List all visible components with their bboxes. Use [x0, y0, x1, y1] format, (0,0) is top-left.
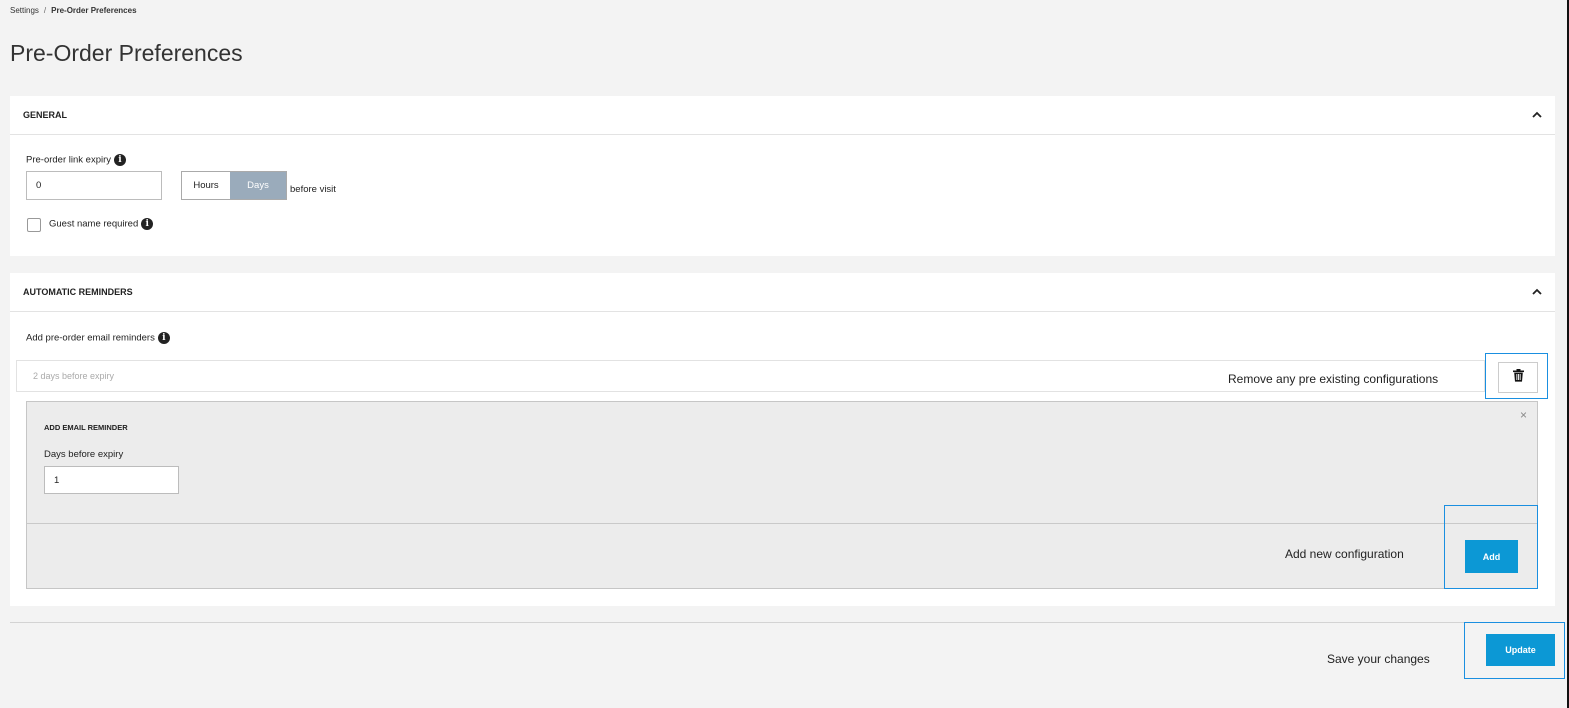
info-icon[interactable]: i	[141, 218, 154, 230]
breadcrumb: Settings / Pre-Order Preferences	[10, 6, 137, 15]
add-hint: Add new configuration	[1285, 547, 1404, 561]
link-expiry-label-text: Pre-order link expiry	[26, 154, 111, 166]
breadcrumb-settings-link[interactable]: Settings	[10, 6, 39, 15]
remove-hint: Remove any pre existing configurations	[1228, 372, 1439, 386]
expiry-suffix: before visit	[290, 184, 336, 195]
form-divider	[27, 523, 1537, 524]
reminders-panel-title: AUTOMATIC REMINDERS	[23, 287, 133, 297]
unit-option-days[interactable]: Days	[230, 172, 286, 199]
reminders-panel-header[interactable]: AUTOMATIC REMINDERS	[10, 273, 1555, 312]
save-hint: Save your changes	[1327, 652, 1430, 666]
info-icon[interactable]: i	[114, 154, 126, 166]
reminders-label-text: Add pre-order email reminders	[26, 332, 155, 344]
guest-name-label: Guest name required i	[49, 218, 154, 230]
unit-option-hours[interactable]: Hours	[182, 172, 230, 199]
breadcrumb-current: Pre-Order Preferences	[51, 6, 137, 15]
days-before-expiry-label: Days before expiry	[44, 449, 124, 460]
guest-name-label-text: Guest name required	[49, 218, 139, 230]
days-before-expiry-input[interactable]	[44, 466, 179, 494]
footer-divider	[10, 622, 1555, 623]
expiry-unit-toggle: Hours Days	[181, 171, 287, 200]
close-icon[interactable]: ×	[1520, 408, 1527, 422]
add-reminder-title: ADD EMAIL REMINDER	[44, 423, 128, 432]
guest-name-checkbox[interactable]	[27, 218, 41, 232]
reminders-label: Add pre-order email reminders i	[26, 332, 170, 344]
chevron-up-icon[interactable]	[1532, 108, 1542, 122]
highlight-box	[1444, 505, 1538, 589]
breadcrumb-separator: /	[43, 6, 47, 15]
reminder-row-text: 2 days before expiry	[33, 371, 115, 381]
general-panel-header[interactable]: GENERAL	[10, 96, 1555, 135]
link-expiry-input[interactable]	[26, 171, 162, 200]
highlight-box	[1485, 353, 1548, 399]
chevron-up-icon[interactable]	[1532, 285, 1542, 299]
highlight-box	[1464, 622, 1565, 679]
page-title: Pre-Order Preferences	[10, 40, 243, 66]
general-panel-title: GENERAL	[23, 110, 68, 120]
link-expiry-label: Pre-order link expiry i	[26, 154, 126, 166]
info-icon[interactable]: i	[157, 332, 170, 344]
